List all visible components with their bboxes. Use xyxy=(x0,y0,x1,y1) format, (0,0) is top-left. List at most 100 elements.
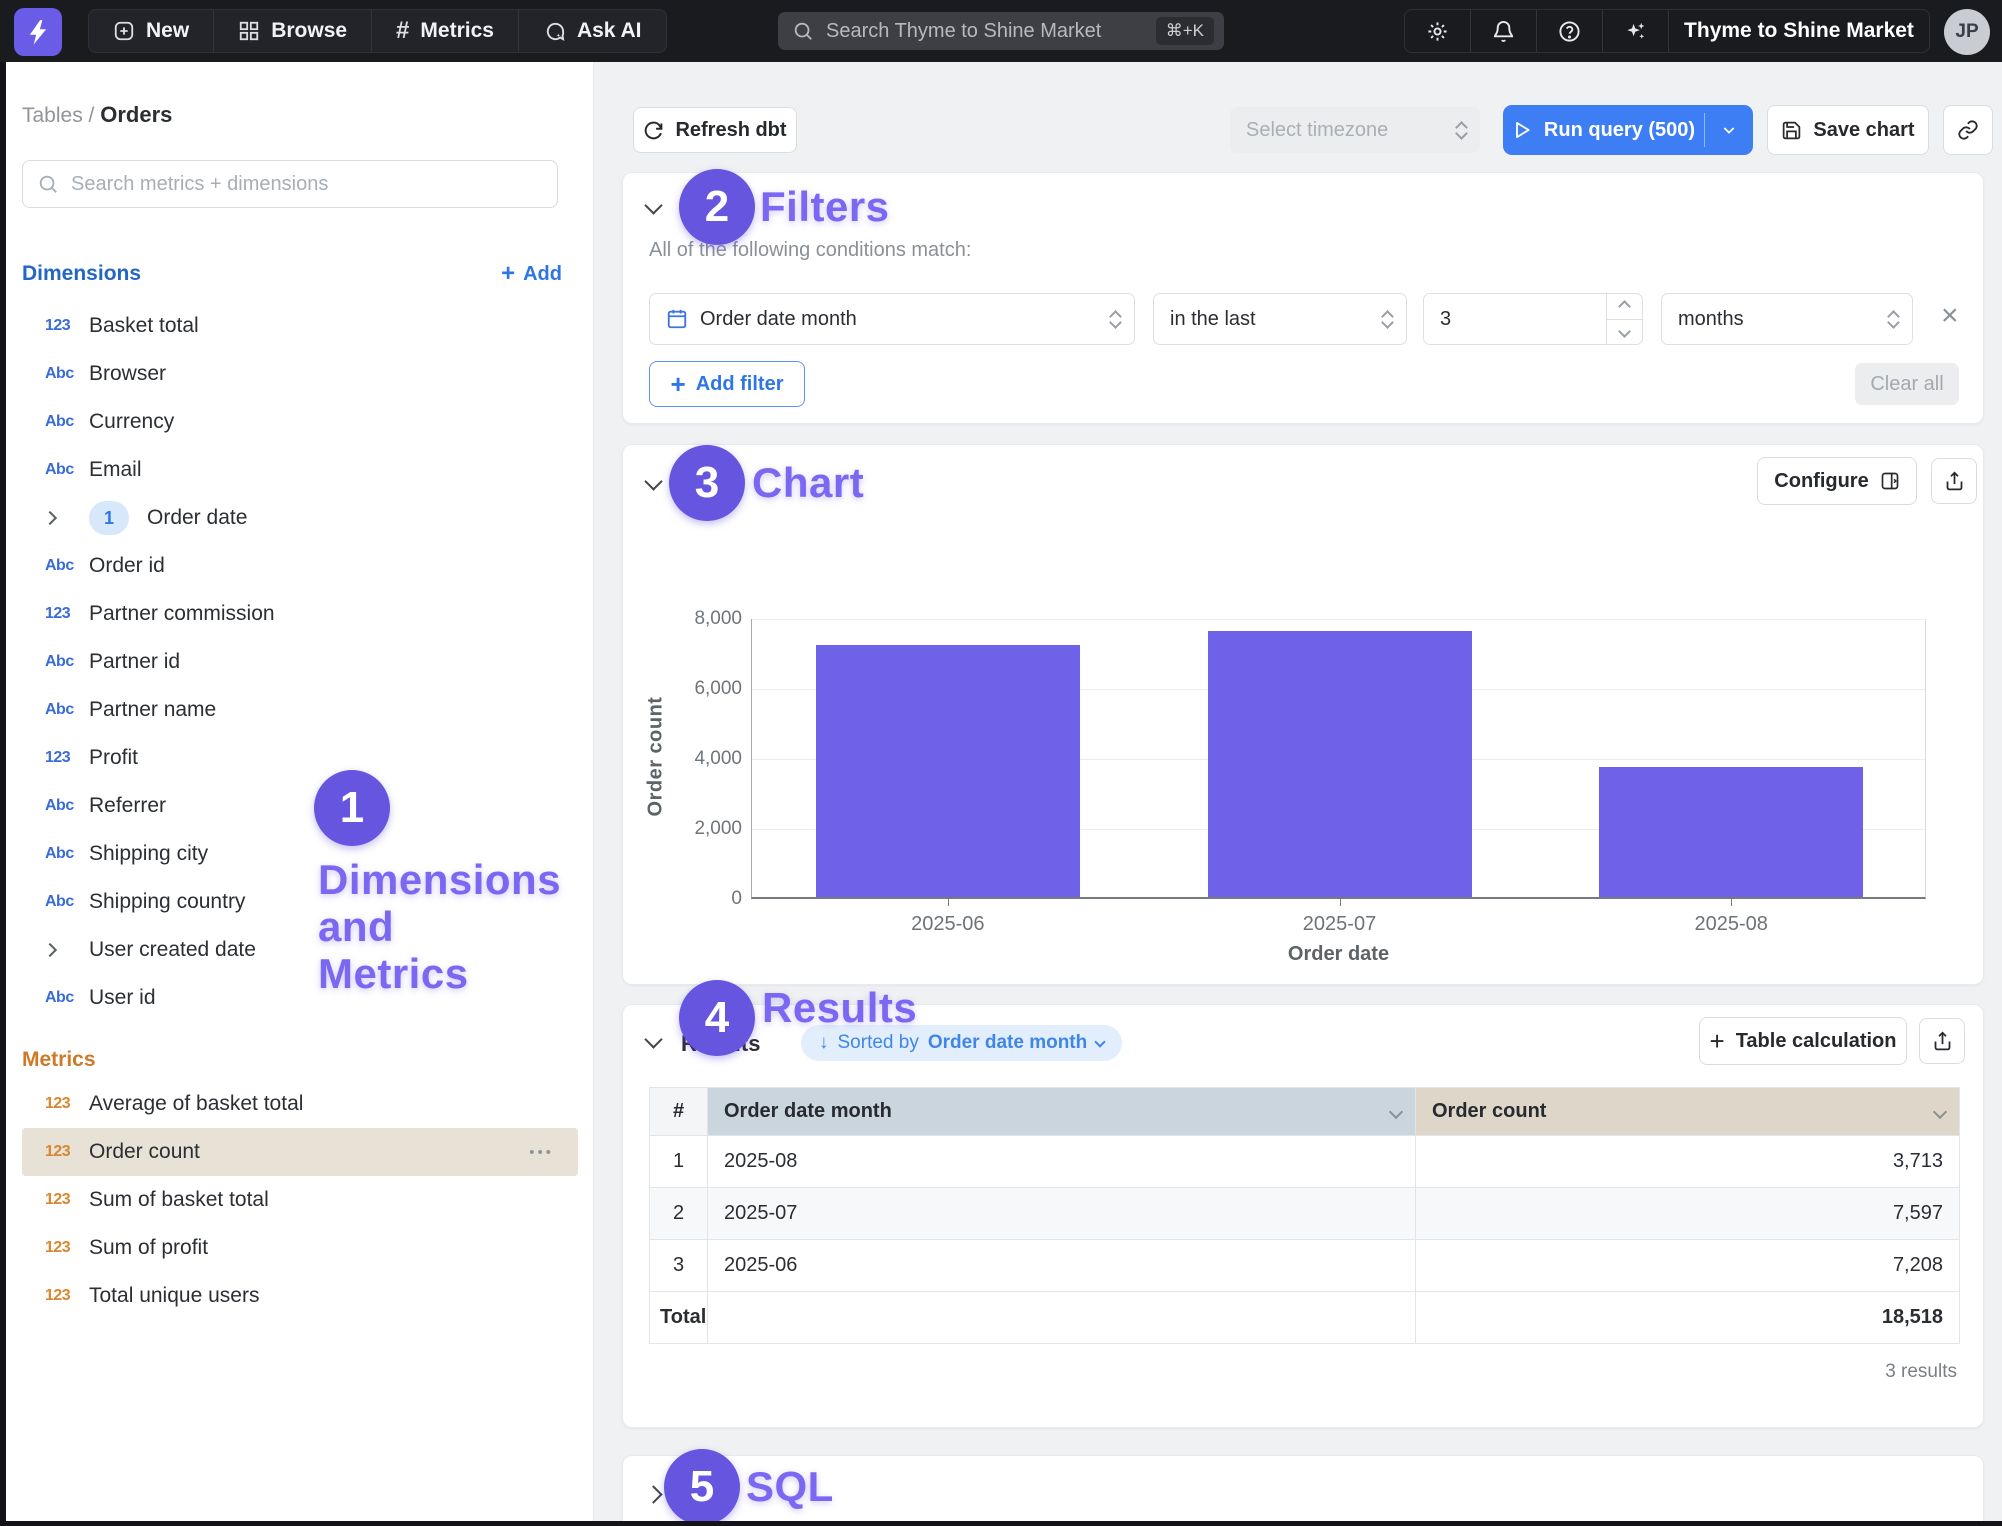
column-header[interactable]: Order date month xyxy=(708,1088,1416,1136)
dimension-item[interactable]: 1Order date xyxy=(6,494,594,542)
more-options-icon[interactable]: ••• xyxy=(529,1144,554,1161)
run-query-button[interactable]: Run query (500) xyxy=(1503,105,1753,155)
share-link-button[interactable] xyxy=(1943,105,1993,155)
select-carets-icon xyxy=(1889,312,1898,327)
y-axis-tick-label: 6,000 xyxy=(642,678,742,700)
dimension-item[interactable]: AbcCurrency xyxy=(6,398,594,446)
stepper-up-icon[interactable] xyxy=(1607,294,1642,320)
metric-item[interactable]: 123Sum of profit xyxy=(6,1224,594,1272)
export-chart-button[interactable] xyxy=(1931,458,1977,504)
nav-item-browse[interactable]: Browse xyxy=(214,10,372,52)
metric-item[interactable]: 123Average of basket total xyxy=(6,1080,594,1128)
chart-bar[interactable] xyxy=(1599,767,1863,897)
gear-icon[interactable] xyxy=(1405,10,1471,52)
number-type-icon: 123 xyxy=(45,1095,89,1113)
chevron-down-icon[interactable] xyxy=(1389,1105,1403,1119)
field-label: User id xyxy=(89,986,156,1010)
dimension-item[interactable]: AbcOrder id xyxy=(6,542,594,590)
total-label: Total xyxy=(650,1292,708,1344)
annotation-5-label: SQL xyxy=(746,1463,834,1511)
bell-icon[interactable] xyxy=(1471,10,1537,52)
field-label: Referrer xyxy=(89,794,166,818)
dimension-item[interactable]: AbcReferrer xyxy=(6,782,594,830)
collapse-results-icon[interactable] xyxy=(644,1030,662,1048)
chart-bar[interactable] xyxy=(816,645,1080,897)
data-cell: 7,597 xyxy=(1416,1188,1960,1240)
nav-item-ask-ai[interactable]: Ask AI xyxy=(519,10,666,52)
chart-bar[interactable] xyxy=(1208,631,1472,897)
string-type-icon: Abc xyxy=(45,461,89,479)
collapse-chart-icon[interactable] xyxy=(644,472,662,490)
results-panel: Results ↓ Sorted by Order date month + T… xyxy=(622,1004,1984,1428)
filter-value-input[interactable] xyxy=(1423,293,1643,345)
dimension-item[interactable]: AbcPartner name xyxy=(6,686,594,734)
breadcrumb-tables[interactable]: Tables xyxy=(22,104,83,127)
dimension-item[interactable]: AbcEmail xyxy=(6,446,594,494)
string-type-icon: Abc xyxy=(45,845,89,863)
metric-item[interactable]: 123Total unique users xyxy=(6,1272,594,1320)
field-label: Sum of basket total xyxy=(89,1188,269,1212)
help-icon[interactable] xyxy=(1537,10,1603,52)
add-dimension-button[interactable]: +Add xyxy=(501,262,562,286)
export-results-button[interactable] xyxy=(1919,1018,1965,1064)
save-chart-button[interactable]: Save chart xyxy=(1767,105,1929,155)
data-cell: 7,208 xyxy=(1416,1240,1960,1292)
total-value: 18,518 xyxy=(1416,1292,1960,1344)
app-logo[interactable] xyxy=(14,8,62,56)
chevron-down-icon[interactable] xyxy=(1933,1105,1947,1119)
filter-value-field[interactable] xyxy=(1424,294,1606,344)
user-avatar[interactable]: JP xyxy=(1944,9,1990,55)
clear-all-button[interactable]: Clear all xyxy=(1855,363,1959,405)
x-axis-tick xyxy=(1731,899,1732,906)
annotation-5-badge: 5 xyxy=(664,1449,740,1525)
breadcrumb: Tables / Orders xyxy=(22,102,172,128)
filter-operator-select[interactable]: in the last xyxy=(1153,293,1407,345)
metrics-header: Metrics xyxy=(22,1044,562,1076)
global-search-input[interactable]: Search Thyme to Shine Market ⌘+K xyxy=(778,12,1224,50)
chart-panel: Configure Order count 02,0004,0006,0008,… xyxy=(622,444,1984,985)
expand-sql-icon[interactable] xyxy=(644,1485,662,1503)
refresh-dbt-button[interactable]: Refresh dbt xyxy=(633,107,797,153)
number-type-icon: 123 xyxy=(45,317,89,335)
configure-label: Configure xyxy=(1774,470,1868,493)
stepper-down-icon[interactable] xyxy=(1607,320,1642,345)
nav-item-metrics[interactable]: # Metrics xyxy=(372,10,519,52)
number-stepper[interactable] xyxy=(1606,294,1642,344)
nav-item-new[interactable]: New xyxy=(89,10,214,52)
fields-search-input[interactable]: Search metrics + dimensions xyxy=(22,160,558,208)
field-label: Order id xyxy=(89,554,165,578)
metric-item[interactable]: 123Order count••• xyxy=(22,1128,578,1176)
org-name[interactable]: Thyme to Shine Market xyxy=(1669,10,1929,52)
run-query-dropdown[interactable] xyxy=(1705,105,1753,155)
y-axis-tick-label: 0 xyxy=(642,888,742,910)
dimension-item[interactable]: AbcBrowser xyxy=(6,350,594,398)
filter-field-select[interactable]: Order date month xyxy=(649,293,1135,345)
annotation-3-label: Chart xyxy=(752,459,864,507)
add-label: Add xyxy=(523,263,562,286)
total-empty-cell xyxy=(708,1292,1416,1344)
save-chart-label: Save chart xyxy=(1813,119,1914,142)
x-axis-title: Order date xyxy=(751,943,1926,966)
chevron-right-icon[interactable] xyxy=(45,513,89,523)
filter-unit-select[interactable]: months xyxy=(1661,293,1913,345)
dimension-item[interactable]: 123Partner commission xyxy=(6,590,594,638)
field-label: Order count xyxy=(89,1140,200,1164)
configure-chart-button[interactable]: Configure xyxy=(1757,457,1917,505)
annotation-4-label: Results xyxy=(762,984,917,1032)
data-cell: 3,713 xyxy=(1416,1136,1960,1188)
dimension-item[interactable]: 123Profit xyxy=(6,734,594,782)
y-axis-tick-label: 8,000 xyxy=(642,608,742,630)
chevron-right-icon[interactable] xyxy=(45,945,89,955)
column-header[interactable]: Order count xyxy=(1416,1088,1960,1136)
remove-filter-icon[interactable]: × xyxy=(1941,301,1959,331)
timezone-select[interactable]: Select timezone xyxy=(1230,107,1480,153)
add-filter-button[interactable]: + Add filter xyxy=(649,361,805,407)
sparkles-icon[interactable] xyxy=(1603,10,1669,52)
filter-operator-value: in the last xyxy=(1170,308,1371,331)
collapse-filters-icon[interactable] xyxy=(644,196,662,214)
table-calculation-button[interactable]: + Table calculation xyxy=(1699,1017,1907,1065)
dimension-item[interactable]: 123Basket total xyxy=(6,302,594,350)
breadcrumb-separator: / xyxy=(89,104,95,127)
dimension-item[interactable]: AbcPartner id xyxy=(6,638,594,686)
metric-item[interactable]: 123Sum of basket total xyxy=(6,1176,594,1224)
